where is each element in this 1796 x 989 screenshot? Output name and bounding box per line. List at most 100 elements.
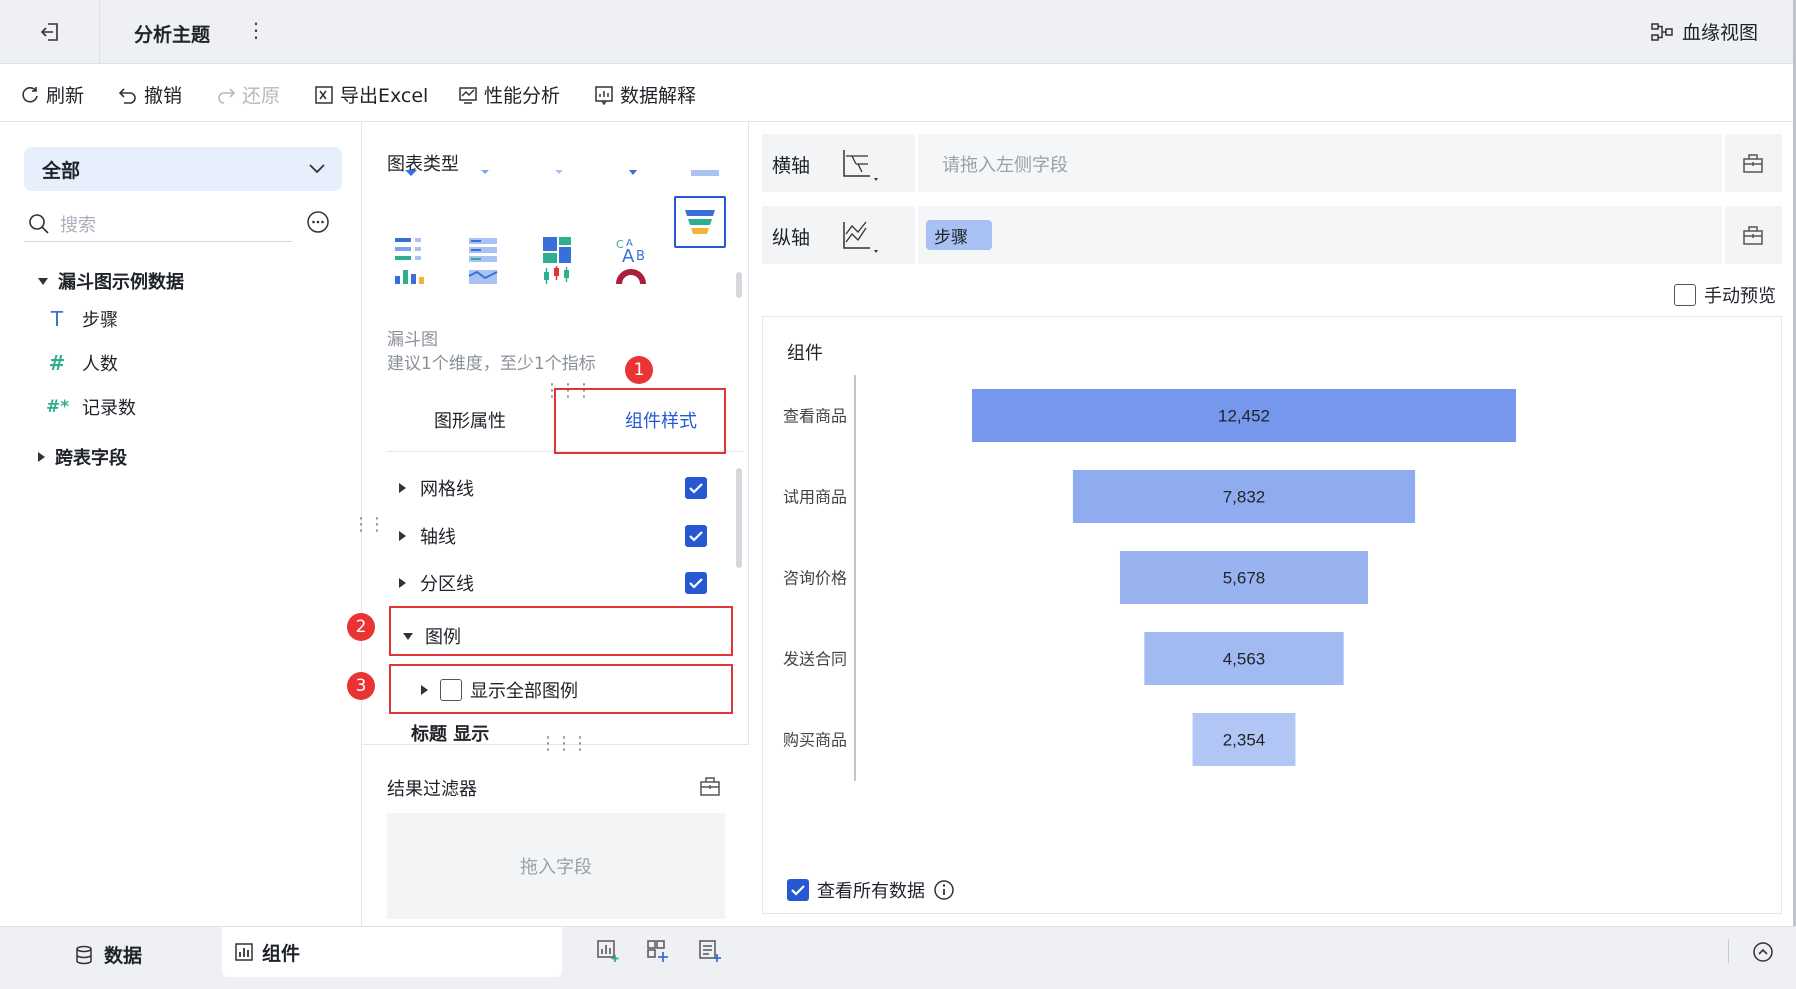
- undo-button[interactable]: 撤销: [118, 81, 182, 108]
- funnel-chart-option[interactable]: [674, 196, 726, 248]
- toolbox-icon: [1743, 226, 1763, 245]
- view-all-data-toggle[interactable]: 查看所有数据: [787, 877, 955, 903]
- gauge-chart-icon: [616, 269, 646, 284]
- collapse-panel-button[interactable]: [1752, 941, 1774, 963]
- y-axis-toolbox-button[interactable]: [1742, 224, 1764, 246]
- manual-preview-toggle[interactable]: 手动预览: [1674, 282, 1776, 308]
- stacked-column-chart-icon: [395, 270, 424, 284]
- divider: [1728, 939, 1729, 963]
- chart-type-option[interactable]: [533, 254, 581, 284]
- field-item[interactable]: #* 记录数: [46, 394, 136, 420]
- property-row-partition-lines[interactable]: 分区线: [399, 563, 729, 603]
- result-filter-title: 结果过滤器: [387, 779, 477, 800]
- more-actions-button[interactable]: [306, 210, 330, 234]
- performance-analysis-button[interactable]: 性能分析: [458, 81, 560, 108]
- category-tick-label: 试用商品: [783, 488, 847, 507]
- dataset-tree-node[interactable]: 漏斗图示例数据: [38, 268, 184, 294]
- tab-data[interactable]: 数据: [74, 941, 142, 968]
- field-name: 人数: [82, 354, 118, 375]
- exit-button[interactable]: [0, 0, 100, 64]
- y-axis-settings-button[interactable]: [838, 218, 882, 254]
- cross-table-label: 跨表字段: [55, 448, 127, 469]
- x-axis-settings-button[interactable]: [838, 146, 882, 182]
- check-icon: [689, 578, 703, 589]
- chart-type-icon: [405, 170, 417, 176]
- gridlines-checkbox[interactable]: [685, 477, 707, 499]
- y-axis-drop-zone[interactable]: 步骤: [915, 206, 1725, 264]
- chevron-up-circle-icon: [1753, 942, 1773, 962]
- manual-preview-label: 手动预览: [1704, 286, 1776, 307]
- field-item[interactable]: T 步骤: [46, 306, 118, 332]
- refresh-button[interactable]: 刷新: [20, 81, 84, 108]
- top-bar: 分析主题 ⋮ 血缘视图: [0, 0, 1796, 64]
- chart-type-option[interactable]: [607, 254, 655, 284]
- manual-preview-checkbox[interactable]: [1674, 284, 1696, 306]
- filter-settings-button[interactable]: [699, 775, 721, 797]
- tab-widget[interactable]: 组件: [222, 927, 562, 977]
- title-row-label: 标题 显示: [411, 724, 490, 744]
- bottom-tab-bar: 数据 组件: [0, 926, 1796, 989]
- x-axis-label: 横轴: [772, 155, 811, 177]
- chart-type-option[interactable]: [461, 162, 509, 184]
- add-chart-button[interactable]: [596, 939, 620, 963]
- exit-icon: [40, 23, 58, 41]
- undo-icon: [118, 87, 136, 104]
- lineage-view-button[interactable]: 血缘视图: [1650, 18, 1758, 45]
- field-search-input[interactable]: 搜索: [24, 206, 292, 242]
- chart-type-scrollbar[interactable]: [736, 272, 742, 298]
- chart-type-icon: [629, 170, 637, 175]
- funnel-value-label: 2,354: [1223, 731, 1266, 750]
- axis-lines-checkbox[interactable]: [685, 525, 707, 547]
- computed-number-field-icon: #*: [46, 397, 70, 417]
- view-all-data-checkbox[interactable]: [787, 879, 809, 901]
- style-panel-scrollbar[interactable]: [736, 468, 742, 568]
- export-excel-button[interactable]: 导出Excel: [314, 81, 428, 108]
- x-axis-drop-zone[interactable]: 请拖入左侧字段: [915, 134, 1725, 192]
- cross-table-tree-node[interactable]: 跨表字段: [38, 444, 127, 470]
- callout-highlight: [389, 606, 733, 656]
- chart-type-option[interactable]: [535, 162, 583, 184]
- scope-select[interactable]: 全部: [24, 147, 342, 191]
- x-axis-placeholder: 请拖入左侧字段: [942, 155, 1068, 176]
- check-icon: [689, 531, 703, 542]
- chart-type-option[interactable]: [385, 254, 433, 284]
- y-axis-field-pill[interactable]: 步骤: [926, 220, 992, 250]
- property-row-axis-lines[interactable]: 轴线: [399, 516, 729, 556]
- property-label: 网格线: [420, 479, 474, 500]
- field-item[interactable]: # 人数: [46, 350, 118, 376]
- more-options-button[interactable]: ⋮: [246, 18, 266, 42]
- performance-label: 性能分析: [484, 85, 561, 107]
- performance-icon: [459, 86, 477, 104]
- chart-type-option[interactable]: [681, 162, 729, 184]
- chart-type-icon: [555, 170, 563, 174]
- y-axis-label: 纵轴: [772, 227, 811, 249]
- partition-lines-checkbox[interactable]: [685, 572, 707, 594]
- data-explain-button[interactable]: 数据解释: [594, 81, 696, 108]
- chart-type-option[interactable]: [387, 162, 435, 184]
- chart-type-option[interactable]: [609, 162, 657, 184]
- page-title: 分析主题: [134, 24, 211, 46]
- tab-graphic-properties[interactable]: 图形属性: [387, 388, 553, 452]
- refresh-label: 刷新: [46, 85, 85, 107]
- funnel-chart-icon: [685, 210, 715, 234]
- caret-right-icon: [399, 483, 406, 493]
- redo-button[interactable]: 还原: [216, 81, 280, 108]
- add-report-button[interactable]: [698, 939, 722, 963]
- y-axis-row: 纵轴 步骤: [762, 206, 1782, 264]
- section-resize-handle[interactable]: ⋮⋮⋮: [539, 733, 589, 754]
- tab-widget-label: 组件: [262, 942, 301, 965]
- view-all-data-label: 查看所有数据: [817, 881, 925, 902]
- add-dashboard-button[interactable]: [646, 939, 670, 963]
- property-label: 轴线: [420, 527, 456, 548]
- funnel-value-label: 5,678: [1223, 569, 1266, 588]
- chart-type-option[interactable]: [459, 254, 507, 284]
- x-axis-toolbox-button[interactable]: [1742, 152, 1764, 174]
- funnel-value-label: 4,563: [1223, 650, 1266, 669]
- property-row-gridlines[interactable]: 网格线: [399, 468, 729, 508]
- selected-chart-hint: 建议1个维度，至少1个指标: [387, 354, 596, 374]
- filter-drop-zone[interactable]: 拖入字段: [387, 813, 725, 919]
- data-field-panel: 全部 搜索 漏斗图示例数据 T 步骤 # 人数 #* 记录数 跨表字段 ⋮⋮: [0, 122, 386, 926]
- undo-label: 撤销: [144, 85, 183, 107]
- info-icon[interactable]: [933, 879, 955, 901]
- search-icon: [29, 213, 49, 234]
